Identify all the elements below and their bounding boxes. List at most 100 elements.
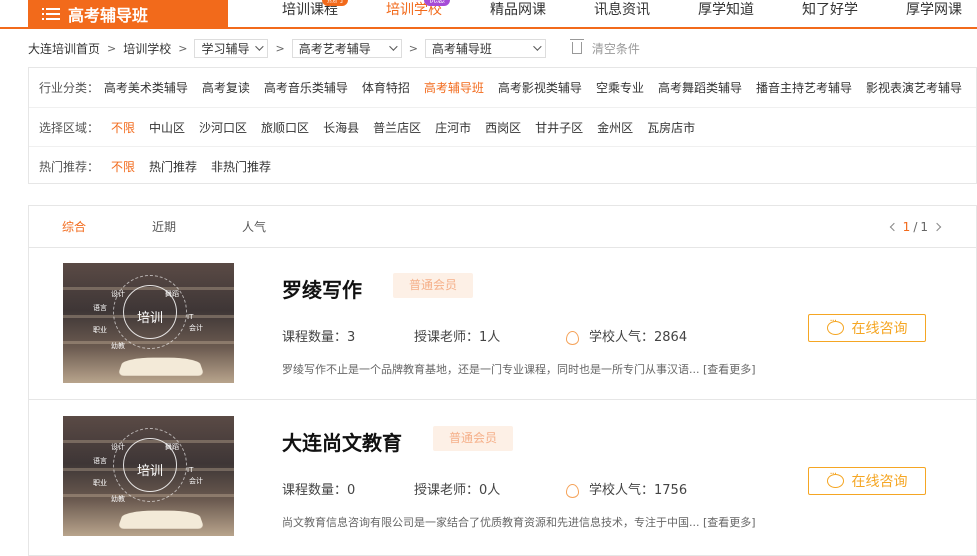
view-more-link[interactable]: [查看更多]	[703, 363, 756, 376]
filter-option[interactable]: 西岗区	[485, 119, 521, 136]
filter-option[interactable]: 空乘专业	[596, 79, 644, 96]
filter-option[interactable]: 甘井子区	[535, 119, 583, 136]
description-text: 尚文教育信息咨询有限公司是一家结合了优质教育资源和先进信息技术，专注于中国...	[282, 516, 700, 529]
nav-item-label: 厚学知道	[698, 2, 754, 18]
filter-option-active[interactable]: 高考辅导班	[424, 79, 484, 96]
consult-label: 在线咨询	[852, 318, 908, 338]
nav-item-label: 精品网课	[490, 2, 546, 18]
filter-option[interactable]: 普兰店区	[373, 119, 421, 136]
chevron-right-icon[interactable]	[933, 223, 941, 231]
filter-option[interactable]: 高考舞蹈类辅导	[658, 79, 742, 96]
breadcrumb-school[interactable]: 培训学校	[123, 40, 171, 57]
school-list: 综合 近期 人气 1 / 1 培训 设计 舞蹈 IT 会计 幼教 语言 职业 罗…	[28, 205, 977, 556]
filter-option[interactable]: 长海县	[323, 119, 359, 136]
filter-row-area: 选择区域： 不限 中山区 沙河口区 旅顺口区 长海县 普兰店区 庄河市 西岗区 …	[29, 107, 976, 146]
filter-option[interactable]: 高考音乐类辅导	[264, 79, 348, 96]
filter-label: 热门推荐：	[39, 158, 111, 175]
school-stats: 课程数量：3 授课老师：1人 学校人气：2864	[282, 326, 687, 345]
category-menu-button[interactable]: 高考辅导班	[28, 0, 228, 27]
select-value: 学习辅导	[201, 40, 249, 57]
school-item: 培训 设计 舞蹈 IT 会计 幼教 语言 职业 罗绫写作 普通会员 课程数量：3…	[29, 248, 976, 400]
nav-item-schools[interactable]: 培训学校 优惠	[362, 0, 466, 27]
breadcrumb-select-class[interactable]: 高考辅导班	[425, 39, 546, 58]
filter-option[interactable]: 热门推荐	[149, 158, 197, 175]
thumbnail-tag: 职业	[93, 478, 107, 488]
thumbnail-tag: 语言	[93, 303, 107, 313]
nav-item-zhiliao[interactable]: 知了好学	[778, 0, 882, 27]
sort-popularity[interactable]: 人气	[209, 218, 299, 235]
breadcrumb-select-art[interactable]: 高考艺考辅导	[292, 39, 402, 58]
online-consult-button[interactable]: 在线咨询	[808, 467, 926, 495]
view-more-link[interactable]: [查看更多]	[703, 516, 756, 529]
sort-recent[interactable]: 近期	[119, 218, 209, 235]
page-total: 1	[920, 220, 928, 234]
category-title: 高考辅导班	[68, 2, 148, 26]
filter-row-industry: 行业分类： 高考美术类辅导 高考复读 高考音乐类辅导 体育特招 高考辅导班 高考…	[29, 68, 976, 107]
nav-item-houxue-zhidao[interactable]: 厚学知道	[674, 0, 778, 27]
thumbnail-caption: 培训	[125, 307, 175, 326]
filter-option[interactable]: 瓦房店市	[647, 119, 695, 136]
breadcrumb-separator: >	[107, 42, 116, 55]
member-badge: 普通会员	[393, 273, 473, 298]
breadcrumb-separator: >	[409, 42, 418, 55]
filter-option[interactable]: 影视表演艺考辅导	[866, 79, 962, 96]
menu-icon	[42, 7, 60, 21]
chat-bubble-icon	[827, 474, 844, 488]
top-navigation: 高考辅导班 培训课程 热门 培训学校 优惠 精品网课 讯息资讯 厚学知道 知了好…	[0, 0, 977, 29]
school-stats: 课程数量：0 授课老师：0人 学校人气：1756	[282, 479, 687, 498]
chevron-down-icon	[256, 42, 264, 50]
select-value: 高考艺考辅导	[299, 40, 371, 57]
school-name[interactable]: 大连尚文教育	[282, 427, 402, 456]
nav-item-online-courses[interactable]: 精品网课	[466, 0, 570, 27]
filter-option[interactable]: 体育特招	[362, 79, 410, 96]
filter-option-active[interactable]: 不限	[111, 119, 135, 136]
breadcrumb-home[interactable]: 大连培训首页	[28, 40, 100, 57]
online-consult-button[interactable]: 在线咨询	[808, 314, 926, 342]
school-name[interactable]: 罗绫写作	[282, 274, 362, 303]
filter-panel: 行业分类： 高考美术类辅导 高考复读 高考音乐类辅导 体育特招 高考辅导班 高考…	[28, 67, 977, 184]
nav-item-label: 知了好学	[802, 2, 858, 18]
thumbnail-caption: 培训	[125, 460, 175, 479]
filter-option[interactable]: 中山区	[149, 119, 185, 136]
filter-option[interactable]: 非热门推荐	[211, 158, 271, 175]
breadcrumb-separator: >	[275, 42, 284, 55]
flame-icon	[566, 482, 577, 496]
breadcrumb-select-study[interactable]: 学习辅导	[194, 39, 268, 58]
course-count: 课程数量：3	[282, 326, 414, 345]
sale-badge: 优惠	[424, 0, 450, 6]
filter-option[interactable]: 旅顺口区	[261, 119, 309, 136]
page-current: 1	[903, 220, 911, 234]
filter-option[interactable]: 庄河市	[435, 119, 471, 136]
nav-item-courses[interactable]: 培训课程 热门	[258, 0, 362, 27]
thumbnail-tag: 职业	[93, 325, 107, 335]
nav-item-houxue-wangke[interactable]: 厚学网课	[882, 0, 977, 27]
popularity-value: 学校人气：1756	[589, 479, 687, 498]
filter-option[interactable]: 金州区	[597, 119, 633, 136]
filter-option[interactable]: 播音主持艺考辅导	[756, 79, 852, 96]
clear-conditions-button[interactable]: 清空条件	[572, 40, 640, 57]
school-thumbnail[interactable]: 培训 设计 舞蹈 IT 会计 幼教 语言 职业	[63, 263, 234, 383]
filter-option[interactable]: 高考美术类辅导	[104, 79, 188, 96]
thumbnail-tag: 舞蹈	[165, 442, 179, 452]
nav-items: 培训课程 热门 培训学校 优惠 精品网课 讯息资讯 厚学知道 知了好学 厚学网课	[258, 0, 977, 27]
filter-label: 选择区域：	[39, 119, 111, 136]
chevron-left-icon[interactable]	[889, 223, 897, 231]
school-description: 罗绫写作不止是一个品牌教育基地，还是一门专业课程，同时也是一所专门从事汉语...…	[282, 361, 756, 377]
breadcrumb: 大连培训首页 > 培训学校 > 学习辅导 > 高考艺考辅导 > 高考辅导班 清空…	[28, 38, 640, 58]
filter-option[interactable]: 高考复读	[202, 79, 250, 96]
clear-label: 清空条件	[592, 40, 640, 57]
sort-comprehensive[interactable]: 综合	[29, 218, 119, 235]
filter-option-active[interactable]: 不限	[111, 158, 135, 175]
school-thumbnail[interactable]: 培训 设计 舞蹈 IT 会计 幼教 语言 职业	[63, 416, 234, 536]
nav-item-label: 厚学网课	[906, 2, 962, 18]
filter-option[interactable]: 高考影视类辅导	[498, 79, 582, 96]
thumbnail-tag: 设计	[111, 289, 125, 299]
filter-row-hot: 热门推荐： 不限 热门推荐 非热门推荐	[29, 146, 976, 185]
nav-item-news[interactable]: 讯息资讯	[570, 0, 674, 27]
filter-option[interactable]: 沙河口区	[199, 119, 247, 136]
teacher-count: 授课老师：1人	[414, 326, 566, 345]
book-illustration	[118, 511, 205, 529]
page-separator: /	[913, 220, 917, 234]
chat-bubble-icon	[827, 321, 844, 335]
thumbnail-tag: IT	[187, 313, 193, 321]
